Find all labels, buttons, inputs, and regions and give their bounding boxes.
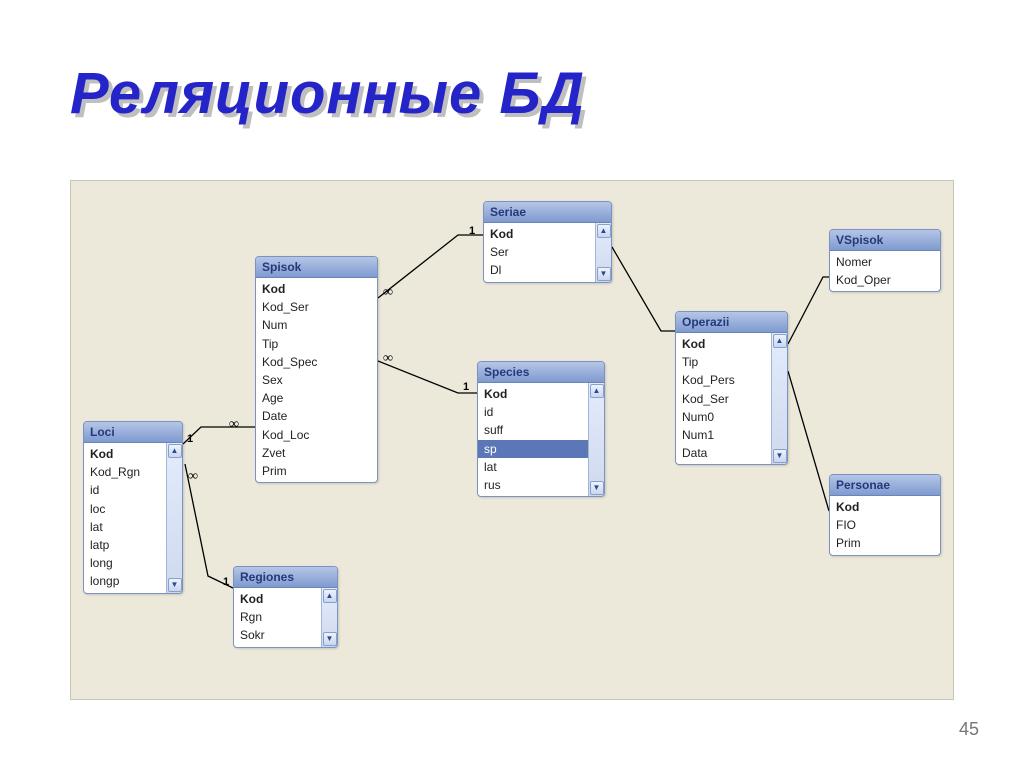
field[interactable]: Kod_Oper: [830, 271, 940, 289]
scrollbar[interactable]: ▲ ▼: [595, 223, 611, 282]
scrollbar[interactable]: ▲ ▼: [321, 588, 337, 647]
field[interactable]: Prim: [256, 462, 377, 480]
scroll-down-icon[interactable]: ▼: [590, 481, 604, 495]
field[interactable]: lat: [84, 518, 166, 536]
page-number: 45: [959, 719, 979, 740]
field[interactable]: loc: [84, 500, 166, 518]
table-regiones-title[interactable]: Regiones: [234, 567, 337, 588]
field[interactable]: Kod_Ser: [256, 298, 377, 316]
field[interactable]: Kod_Loc: [256, 426, 377, 444]
card-spisok-species-inf: ∞: [383, 351, 393, 367]
diagram-canvas: ∞ 1 ∞ 1 ∞ 1 ∞ 1 Loci Kod Kod_Rgn id loc …: [70, 180, 954, 700]
field[interactable]: Kod_Ser: [676, 390, 771, 408]
field[interactable]: long: [84, 554, 166, 572]
table-seriae-title[interactable]: Seriae: [484, 202, 611, 223]
card-spisok-seriae-inf: ∞: [383, 285, 393, 301]
field[interactable]: suff: [478, 421, 588, 439]
field[interactable]: Kod: [234, 590, 321, 608]
field[interactable]: Rgn: [234, 608, 321, 626]
scrollbar[interactable]: ▲ ▼: [588, 383, 604, 496]
field[interactable]: Kod_Pers: [676, 371, 771, 389]
field[interactable]: longp: [84, 572, 166, 590]
table-loci-fields: Kod Kod_Rgn id loc lat latp long longp: [84, 443, 166, 593]
table-species[interactable]: Species Kod id suff sp lat rus ▲ ▼: [477, 361, 605, 497]
field[interactable]: Sex: [256, 371, 377, 389]
card-loci-regiones-inf: ∞: [188, 469, 198, 485]
field[interactable]: FIO: [830, 516, 940, 534]
field[interactable]: Ser: [484, 243, 595, 261]
table-regiones[interactable]: Regiones Kod Rgn Sokr ▲ ▼: [233, 566, 338, 648]
field[interactable]: Date: [256, 407, 377, 425]
field[interactable]: Kod: [84, 445, 166, 463]
field[interactable]: Kod: [676, 335, 771, 353]
card-spisok-loci-one: 1: [187, 433, 193, 445]
table-species-title[interactable]: Species: [478, 362, 604, 383]
field[interactable]: latp: [84, 536, 166, 554]
card-spisok-loci-inf: ∞: [229, 417, 239, 433]
card-loci-regiones-one: 1: [223, 576, 229, 588]
scroll-up-icon[interactable]: ▲: [168, 444, 182, 458]
scroll-up-icon[interactable]: ▲: [773, 334, 787, 348]
table-regiones-fields: Kod Rgn Sokr: [234, 588, 321, 647]
field[interactable]: lat: [478, 458, 588, 476]
table-species-fields: Kod id suff sp lat rus: [478, 383, 588, 496]
field[interactable]: Num: [256, 316, 377, 334]
field[interactable]: Tip: [256, 335, 377, 353]
table-vspisok[interactable]: VSpisok Nomer Kod_Oper: [829, 229, 941, 292]
table-vspisok-title[interactable]: VSpisok: [830, 230, 940, 251]
table-vspisok-fields: Nomer Kod_Oper: [830, 251, 940, 291]
field-selected[interactable]: sp: [478, 440, 588, 458]
field[interactable]: Prim: [830, 534, 940, 552]
scroll-up-icon[interactable]: ▲: [597, 224, 611, 238]
field[interactable]: id: [478, 403, 588, 421]
field[interactable]: Kod: [484, 225, 595, 243]
table-personae-title[interactable]: Personae: [830, 475, 940, 496]
scroll-up-icon[interactable]: ▲: [323, 589, 337, 603]
field[interactable]: Sokr: [234, 626, 321, 644]
table-loci-title[interactable]: Loci: [84, 422, 182, 443]
card-spisok-species-one: 1: [463, 381, 469, 393]
table-seriae[interactable]: Seriae Kod Ser Dl ▲ ▼: [483, 201, 612, 283]
field[interactable]: rus: [478, 476, 588, 494]
field[interactable]: Nomer: [830, 253, 940, 271]
field[interactable]: Kod: [478, 385, 588, 403]
scroll-up-icon[interactable]: ▲: [590, 384, 604, 398]
field[interactable]: Zvet: [256, 444, 377, 462]
table-spisok-title[interactable]: Spisok: [256, 257, 377, 278]
field[interactable]: Dl: [484, 261, 595, 279]
table-operazii[interactable]: Operazii Kod Tip Kod_Pers Kod_Ser Num0 N…: [675, 311, 788, 465]
scrollbar[interactable]: ▲ ▼: [166, 443, 182, 593]
table-operazii-title[interactable]: Operazii: [676, 312, 787, 333]
table-loci[interactable]: Loci Kod Kod_Rgn id loc lat latp long lo…: [83, 421, 183, 594]
field[interactable]: Num0: [676, 408, 771, 426]
scroll-down-icon[interactable]: ▼: [597, 267, 611, 281]
scroll-down-icon[interactable]: ▼: [773, 449, 787, 463]
field[interactable]: id: [84, 481, 166, 499]
field[interactable]: Kod_Rgn: [84, 463, 166, 481]
table-personae-fields: Kod FIO Prim: [830, 496, 940, 555]
scroll-down-icon[interactable]: ▼: [168, 578, 182, 592]
field[interactable]: Tip: [676, 353, 771, 371]
field[interactable]: Num1: [676, 426, 771, 444]
table-operazii-fields: Kod Tip Kod_Pers Kod_Ser Num0 Num1 Data: [676, 333, 771, 464]
card-spisok-seriae-one: 1: [469, 225, 475, 237]
page-title: Реляционные БД: [70, 60, 585, 127]
table-spisok[interactable]: Spisok Kod Kod_Ser Num Tip Kod_Spec Sex …: [255, 256, 378, 483]
field[interactable]: Age: [256, 389, 377, 407]
field[interactable]: Kod: [256, 280, 377, 298]
field[interactable]: Kod: [830, 498, 940, 516]
field[interactable]: Kod_Spec: [256, 353, 377, 371]
scrollbar[interactable]: ▲ ▼: [771, 333, 787, 464]
scroll-down-icon[interactable]: ▼: [323, 632, 337, 646]
table-seriae-fields: Kod Ser Dl: [484, 223, 595, 282]
field[interactable]: Data: [676, 444, 771, 462]
table-personae[interactable]: Personae Kod FIO Prim: [829, 474, 941, 556]
table-spisok-fields: Kod Kod_Ser Num Tip Kod_Spec Sex Age Dat…: [256, 278, 377, 482]
